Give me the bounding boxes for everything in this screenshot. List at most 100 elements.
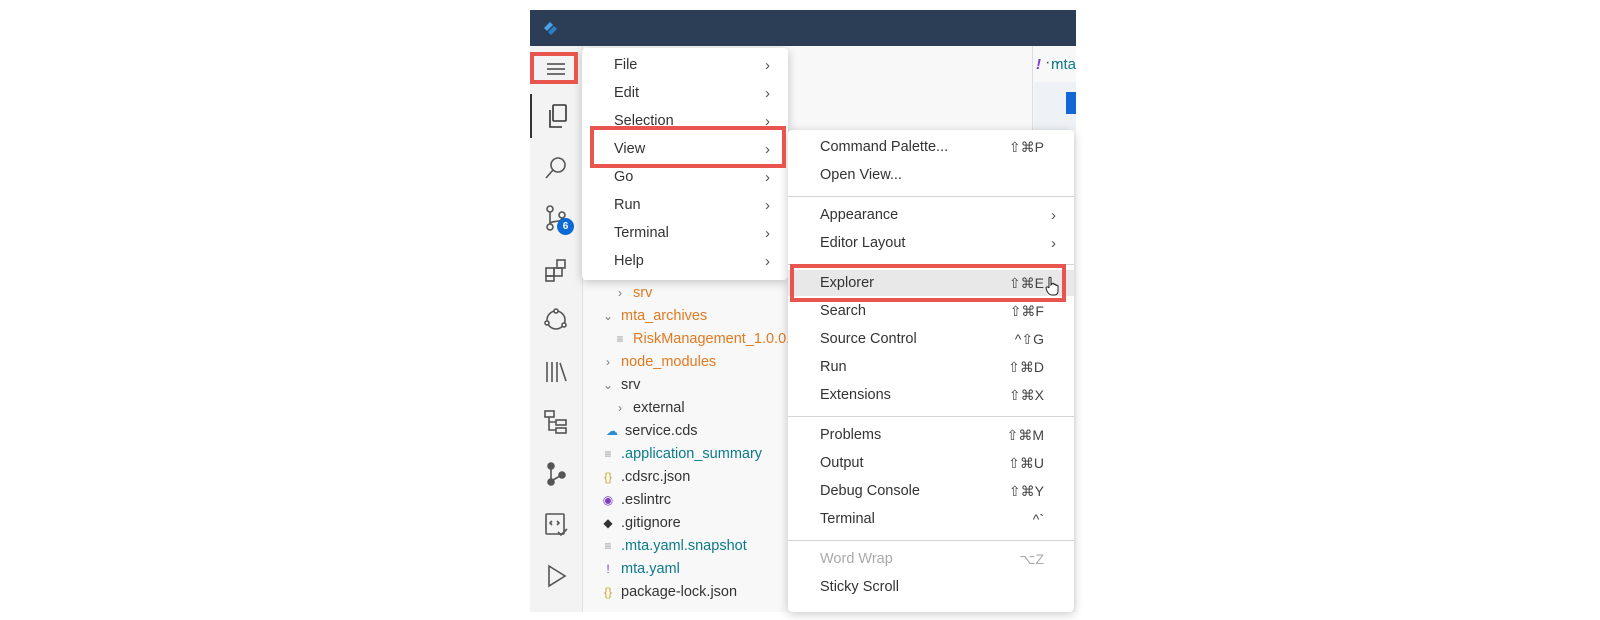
library-icon[interactable] <box>530 350 582 394</box>
tree-item[interactable]: ≡ .mta.yaml.snapshot <box>601 535 746 557</box>
file-lines-icon: ≡ <box>604 447 612 461</box>
title-bar <box>530 10 1076 46</box>
menu-item-label: Problems <box>820 427 882 443</box>
tree-item[interactable]: › srv <box>613 282 652 304</box>
chevron-down-icon[interactable]: ⌄ <box>601 378 615 392</box>
chevron-down-icon[interactable]: ⌄ <box>601 309 615 323</box>
menu-item-label: Debug Console <box>820 483 920 499</box>
menu-separator <box>788 416 1074 417</box>
source-control-icon[interactable]: 6 <box>530 196 582 240</box>
tree-item[interactable]: ! mta.yaml <box>601 558 680 580</box>
menu-item-label: Command Palette... <box>820 139 949 155</box>
shortcut-label: ⇧⌘E <box>1008 274 1044 291</box>
menu-separator <box>788 196 1074 197</box>
chevron-right-icon: › <box>1051 234 1056 252</box>
tree-item-label: node_modules <box>621 354 717 370</box>
view-menu-item-extensions[interactable]: Extensions ⇧⌘X <box>788 382 1074 408</box>
menu-item-label: Editor Layout <box>820 235 906 251</box>
hamburger-menu-icon[interactable] <box>530 48 582 92</box>
shortcut-label: ⇧⌘D <box>1008 358 1044 375</box>
menu-item-label: View <box>614 141 646 157</box>
extensions-icon[interactable] <box>530 248 582 292</box>
menu-item-label: Sticky Scroll <box>820 579 899 595</box>
view-menu-item-appearance[interactable]: Appearance › <box>788 202 1074 228</box>
menu-item-label: Run <box>820 359 847 375</box>
tree-item[interactable]: ⌄ mta_archives <box>601 305 707 327</box>
search-icon[interactable] <box>530 146 582 190</box>
tree-item-label: mta_archives <box>621 308 708 324</box>
tree-item[interactable]: › node_modules <box>601 351 716 373</box>
cloud-connections-icon[interactable] <box>530 298 582 342</box>
app-logo-icon <box>544 22 557 35</box>
view-menu-item-editor-layout[interactable]: Editor Layout › <box>788 230 1074 256</box>
yaml-icon: ! <box>1036 56 1041 73</box>
view-menu-item-terminal[interactable]: Terminal ^` <box>788 506 1074 532</box>
json-file-icon: {} <box>603 470 612 484</box>
chevron-right-icon: › <box>765 224 770 242</box>
tree-item-label: srv <box>633 285 653 301</box>
tree-item[interactable]: ◉ .eslintrc <box>601 489 671 511</box>
code-check-icon[interactable] <box>530 502 582 546</box>
menu-item-run[interactable]: Run › <box>582 192 788 218</box>
tree-item[interactable]: {} .cdsrc.json <box>601 466 690 488</box>
view-menu-item-sticky-scroll[interactable]: Sticky Scroll <box>788 574 1074 600</box>
menu-item-label: File <box>614 57 638 73</box>
tree-item-label: srv <box>621 377 641 393</box>
view-menu-item-source-control[interactable]: Source Control ^⇧G <box>788 326 1074 352</box>
menu-item-label: Search <box>820 303 866 319</box>
tree-item-label: .eslintrc <box>621 492 671 508</box>
menu-item-help[interactable]: Help › <box>582 248 788 274</box>
menu-item-view[interactable]: View › <box>582 136 788 162</box>
hand-cursor-icon <box>1045 276 1059 296</box>
chevron-right-icon[interactable]: › <box>613 286 627 300</box>
git-graph-icon[interactable] <box>530 452 582 496</box>
view-menu-item-problems[interactable]: Problems ⇧⌘M <box>788 422 1074 448</box>
tree-item-label: .application_summary <box>621 446 763 462</box>
tree-item-label: service.cds <box>625 423 698 439</box>
menu-item-go[interactable]: Go › <box>582 164 788 190</box>
tree-item[interactable]: › external <box>613 397 685 419</box>
menu-item-label: Extensions <box>820 387 891 403</box>
activity-bar: 6 <box>530 46 583 612</box>
view-menu-item-open-view[interactable]: Open View... <box>788 162 1074 188</box>
chevron-right-icon: › <box>765 252 770 270</box>
view-menu-item-run[interactable]: Run ⇧⌘D <box>788 354 1074 380</box>
chevron-right-icon[interactable]: › <box>601 355 615 369</box>
shortcut-label: ⇧⌘M <box>1006 426 1044 443</box>
git-file-icon: ◆ <box>603 516 613 530</box>
menu-item-file[interactable]: File › <box>582 52 788 78</box>
tree-item-label: .cdsrc.json <box>621 469 691 485</box>
run-icon[interactable] <box>530 554 582 598</box>
menu-item-selection[interactable]: Selection › <box>582 108 788 134</box>
menu-item-label: Explorer <box>820 275 874 291</box>
view-menu-item-explorer[interactable]: Explorer ⇧⌘E <box>788 270 1074 296</box>
view-menu-item-command-palette[interactable]: Command Palette... ⇧⌘P <box>788 134 1074 160</box>
tree-item-label: .gitignore <box>621 515 681 531</box>
explorer-files-icon[interactable] <box>530 94 584 138</box>
editor-tab-mta-yaml[interactable]: ! mta.yaml <box>1036 56 1076 73</box>
menu-item-label: Edit <box>614 85 639 101</box>
menu-item-edit[interactable]: Edit › <box>582 80 788 106</box>
storyboard-icon[interactable] <box>530 400 582 444</box>
json-file-icon: {} <box>603 585 612 599</box>
tree-item-label: mta.yaml <box>621 561 680 577</box>
menu-item-label: Source Control <box>820 331 917 347</box>
editor-tab-label: mta.yaml <box>1051 56 1076 73</box>
tree-item[interactable]: ≡ .application_summary <box>601 443 762 465</box>
shortcut-label: ⇧⌘Y <box>1008 482 1044 499</box>
shortcut-label: ⇧⌘F <box>1009 302 1044 319</box>
main-menu: File › Edit › Selection › View › Go › Run › Terminal… <box>582 48 788 280</box>
view-menu-item-output[interactable]: Output ⇧⌘U <box>788 450 1074 476</box>
tree-item[interactable]: ◆ .gitignore <box>601 512 681 534</box>
tree-item[interactable]: ⌄ srv <box>601 374 640 396</box>
shortcut-label: ^` <box>1032 511 1044 527</box>
view-menu-item-debug-console[interactable]: Debug Console ⇧⌘Y <box>788 478 1074 504</box>
menu-item-label: Output <box>820 455 864 471</box>
chevron-right-icon: › <box>765 168 770 186</box>
view-menu-item-search[interactable]: Search ⇧⌘F <box>788 298 1074 324</box>
tree-item[interactable]: ☁ service.cds <box>605 420 698 442</box>
chevron-right-icon[interactable]: › <box>613 401 627 415</box>
menu-item-terminal[interactable]: Terminal › <box>582 220 788 246</box>
tree-item[interactable]: {} package-lock.json <box>601 581 737 603</box>
file-lines-icon: ≡ <box>604 539 612 553</box>
